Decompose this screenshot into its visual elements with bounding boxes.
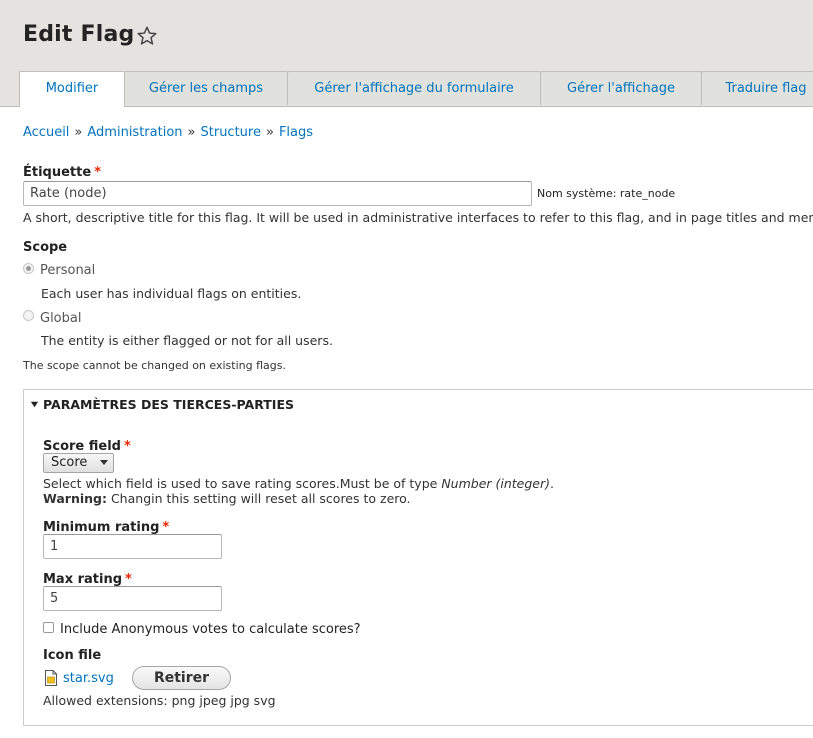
breadcrumb-separator: » — [265, 125, 274, 140]
min-rating-label: Minimum rating — [43, 520, 160, 535]
triangle-down-icon — [30, 401, 39, 408]
required-marker: * — [94, 165, 101, 180]
remove-file-button[interactable]: Retirer — [132, 666, 231, 690]
star-icon[interactable] — [136, 25, 158, 47]
page-header: Edit Flag Modifier Gérer les champs Gére… — [0, 0, 813, 107]
max-rating-input[interactable] — [43, 586, 222, 611]
score-field-description: Select which field is used to save ratin… — [43, 476, 554, 491]
label-field-title: Étiquette * — [23, 161, 101, 180]
dropdown-arrow-icon — [100, 460, 108, 465]
icon-file-label: Icon file — [43, 648, 102, 663]
image-file-icon — [45, 670, 57, 686]
score-field-warning: Warning: Changin this setting will reset… — [43, 491, 411, 506]
scope-global-description: The entity is either flagged or not for … — [41, 333, 333, 348]
label-description: A short, descriptive title for this flag… — [23, 210, 813, 225]
scope-personal-radio[interactable] — [23, 263, 34, 274]
max-rating-label: Max rating — [43, 572, 123, 587]
scope-note: The scope cannot be changed on existing … — [23, 359, 286, 372]
score-field-type: Number (integer) — [441, 476, 551, 491]
breadcrumb-administration[interactable]: Administration — [87, 125, 182, 140]
machine-name: Nom système: rate_node — [537, 187, 676, 200]
score-field-title: Score field * — [43, 435, 131, 454]
score-field-select[interactable]: Score — [43, 453, 114, 473]
tab-manage-form-display[interactable]: Gérer l'affichage du formulaire — [287, 71, 541, 105]
min-rating-title: Minimum rating * — [43, 516, 169, 535]
scope-title: Scope — [23, 240, 68, 255]
min-rating-input[interactable] — [43, 534, 222, 559]
breadcrumb-separator: » — [187, 125, 196, 140]
scope-personal-label[interactable]: Personal — [40, 263, 95, 278]
label-field-label: Étiquette — [23, 165, 92, 180]
legend-text: PARAMÈTRES DES TIERCES-PARTIES — [43, 397, 294, 412]
tab-manage-fields[interactable]: Gérer les champs — [124, 71, 288, 105]
score-field-description-text: Select which field is used to save ratin… — [43, 476, 442, 491]
required-marker: * — [162, 520, 170, 535]
allowed-extensions: Allowed extensions: png jpeg jpg svg — [43, 693, 276, 708]
warning-text: Changin this setting will reset all scor… — [106, 491, 411, 506]
scope-global-radio[interactable] — [23, 310, 34, 321]
tab-manage-display[interactable]: Gérer l'affichage — [540, 71, 702, 105]
max-rating-title: Max rating * — [43, 568, 132, 587]
anonymous-votes-checkbox[interactable] — [43, 622, 54, 633]
required-marker: * — [123, 439, 131, 454]
label-input[interactable] — [23, 181, 532, 206]
breadcrumb: Accueil » Administration » Structure » Flags — [23, 125, 313, 140]
score-field-description-end: . — [550, 476, 554, 491]
icon-file-link[interactable]: star.svg — [63, 671, 114, 686]
score-field-label: Score field — [43, 439, 121, 454]
tab-translate[interactable]: Traduire flag — [701, 71, 813, 105]
required-marker: * — [125, 572, 132, 587]
score-field-selected: Score — [51, 455, 88, 470]
breadcrumb-flags[interactable]: Flags — [279, 125, 313, 140]
anonymous-votes-label[interactable]: Include Anonymous votes to calculate sco… — [60, 622, 361, 637]
scope-global-label[interactable]: Global — [40, 311, 81, 326]
scope-personal-description: Each user has individual flags on entiti… — [41, 286, 302, 301]
tab-modifier[interactable]: Modifier — [19, 71, 125, 107]
breadcrumb-separator: » — [74, 125, 83, 140]
breadcrumb-home[interactable]: Accueil — [23, 125, 69, 140]
page-title: Edit Flag — [23, 22, 135, 47]
breadcrumb-structure[interactable]: Structure — [201, 125, 261, 140]
third-party-legend[interactable]: PARAMÈTRES DES TIERCES-PARTIES — [30, 397, 294, 412]
warning-label: Warning: — [43, 491, 107, 506]
